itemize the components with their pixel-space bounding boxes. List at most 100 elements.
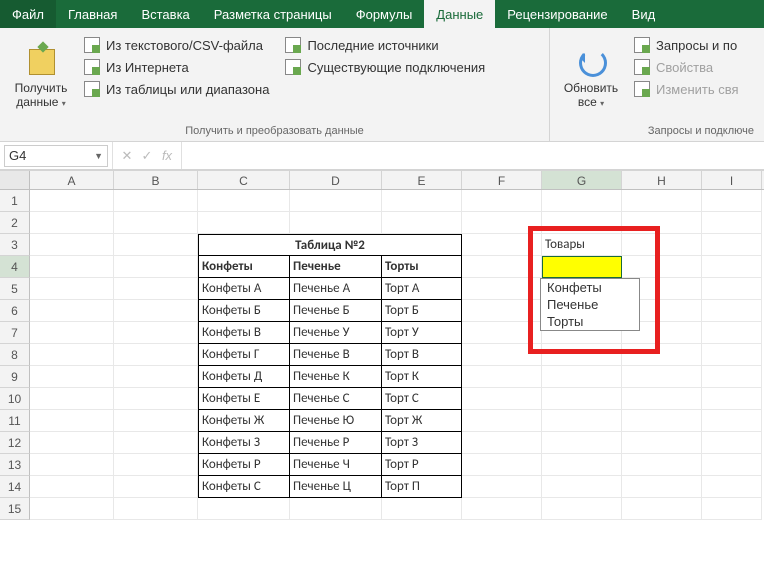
cell[interactable]: Печенье А [290, 278, 382, 300]
cell[interactable]: Печенье Ч [290, 454, 382, 476]
cell[interactable]: Таблица №2 [198, 234, 462, 256]
cell[interactable] [702, 432, 762, 454]
col-header[interactable]: G [542, 171, 622, 189]
cell[interactable]: Торт Б [382, 300, 462, 322]
cell[interactable] [114, 278, 198, 300]
cell[interactable] [702, 322, 762, 344]
cell[interactable] [114, 410, 198, 432]
cell[interactable] [382, 212, 462, 234]
col-header[interactable]: H [622, 171, 702, 189]
cell[interactable] [702, 344, 762, 366]
cell[interactable]: Конфеты А [198, 278, 290, 300]
cell[interactable] [198, 190, 290, 212]
accept-icon[interactable]: ✓ [137, 148, 157, 164]
cell[interactable] [462, 498, 542, 520]
row-header[interactable]: 15 [0, 498, 30, 520]
cell[interactable] [462, 432, 542, 454]
row-header[interactable]: 5 [0, 278, 30, 300]
cell[interactable] [462, 454, 542, 476]
cell[interactable]: Конфеты В [198, 322, 290, 344]
cell[interactable] [30, 454, 114, 476]
col-header[interactable]: D [290, 171, 382, 189]
cell[interactable] [30, 498, 114, 520]
cell[interactable]: Печенье Б [290, 300, 382, 322]
name-box[interactable]: G4 ▼ [4, 145, 108, 167]
cell[interactable] [114, 322, 198, 344]
cell[interactable] [702, 454, 762, 476]
col-header[interactable]: E [382, 171, 462, 189]
edit-links-button[interactable]: Изменить свя [630, 78, 743, 100]
tab-view[interactable]: Вид [620, 0, 668, 28]
cell[interactable] [702, 234, 762, 256]
cell[interactable] [290, 498, 382, 520]
cell[interactable]: Торт У [382, 322, 462, 344]
cell[interactable] [702, 278, 762, 300]
row-header[interactable]: 14 [0, 476, 30, 498]
cell[interactable] [462, 388, 542, 410]
cell[interactable] [622, 476, 702, 498]
cell[interactable] [702, 410, 762, 432]
cell[interactable] [30, 476, 114, 498]
row-header[interactable]: 8 [0, 344, 30, 366]
cell[interactable] [542, 410, 622, 432]
from-web-button[interactable]: Из Интернета [80, 56, 273, 78]
cell[interactable] [30, 256, 114, 278]
name-box-drop-icon[interactable]: ▼ [94, 151, 103, 161]
cell[interactable]: Конфеты [198, 256, 290, 278]
from-table-button[interactable]: Из таблицы или диапазона [80, 78, 273, 100]
tab-layout[interactable]: Разметка страницы [202, 0, 344, 28]
col-header[interactable]: I [702, 171, 762, 189]
cell[interactable] [30, 300, 114, 322]
get-data-button[interactable]: Получить данные ▾ [6, 32, 76, 123]
cell[interactable] [30, 322, 114, 344]
cell[interactable] [198, 212, 290, 234]
cell[interactable]: Торт З [382, 432, 462, 454]
select-all-corner[interactable] [0, 171, 30, 189]
cell[interactable] [114, 190, 198, 212]
cell[interactable] [542, 498, 622, 520]
recent-sources-button[interactable]: Последние источники [281, 34, 489, 56]
cell[interactable] [114, 300, 198, 322]
cell[interactable] [622, 498, 702, 520]
cell[interactable]: Торт С [382, 388, 462, 410]
cell[interactable] [542, 432, 622, 454]
cell[interactable]: Торт А [382, 278, 462, 300]
cell[interactable] [30, 366, 114, 388]
cell[interactable] [542, 190, 622, 212]
cell[interactable]: Конфеты Ж [198, 410, 290, 432]
cell[interactable] [702, 256, 762, 278]
cell[interactable] [622, 410, 702, 432]
cell[interactable] [114, 344, 198, 366]
cell[interactable] [30, 190, 114, 212]
row-header[interactable]: 12 [0, 432, 30, 454]
dropdown-option[interactable]: Конфеты [541, 279, 639, 296]
col-header[interactable]: C [198, 171, 290, 189]
row-header[interactable]: 2 [0, 212, 30, 234]
col-header[interactable]: B [114, 171, 198, 189]
cell[interactable]: Печенье Ц [290, 476, 382, 498]
cell[interactable]: Печенье С [290, 388, 382, 410]
cell[interactable] [382, 498, 462, 520]
cell[interactable] [198, 498, 290, 520]
cell[interactable] [542, 388, 622, 410]
cell[interactable] [542, 454, 622, 476]
cell[interactable]: Конфеты Е [198, 388, 290, 410]
cancel-icon[interactable]: ✕ [117, 148, 137, 164]
cell[interactable] [30, 278, 114, 300]
cell[interactable] [622, 388, 702, 410]
cell[interactable] [114, 366, 198, 388]
cell[interactable] [290, 212, 382, 234]
row-header[interactable]: 6 [0, 300, 30, 322]
cell[interactable] [702, 190, 762, 212]
cell[interactable] [114, 454, 198, 476]
formula-input[interactable] [182, 142, 764, 169]
cell[interactable] [114, 498, 198, 520]
cell[interactable]: Печенье У [290, 322, 382, 344]
validation-dropdown-list[interactable]: Конфеты Печенье Торты [540, 278, 640, 331]
cell[interactable]: Торт Ж [382, 410, 462, 432]
cell[interactable] [30, 432, 114, 454]
tab-review[interactable]: Рецензирование [495, 0, 619, 28]
tab-formulas[interactable]: Формулы [344, 0, 425, 28]
cell[interactable]: Конфеты З [198, 432, 290, 454]
cell[interactable] [702, 300, 762, 322]
